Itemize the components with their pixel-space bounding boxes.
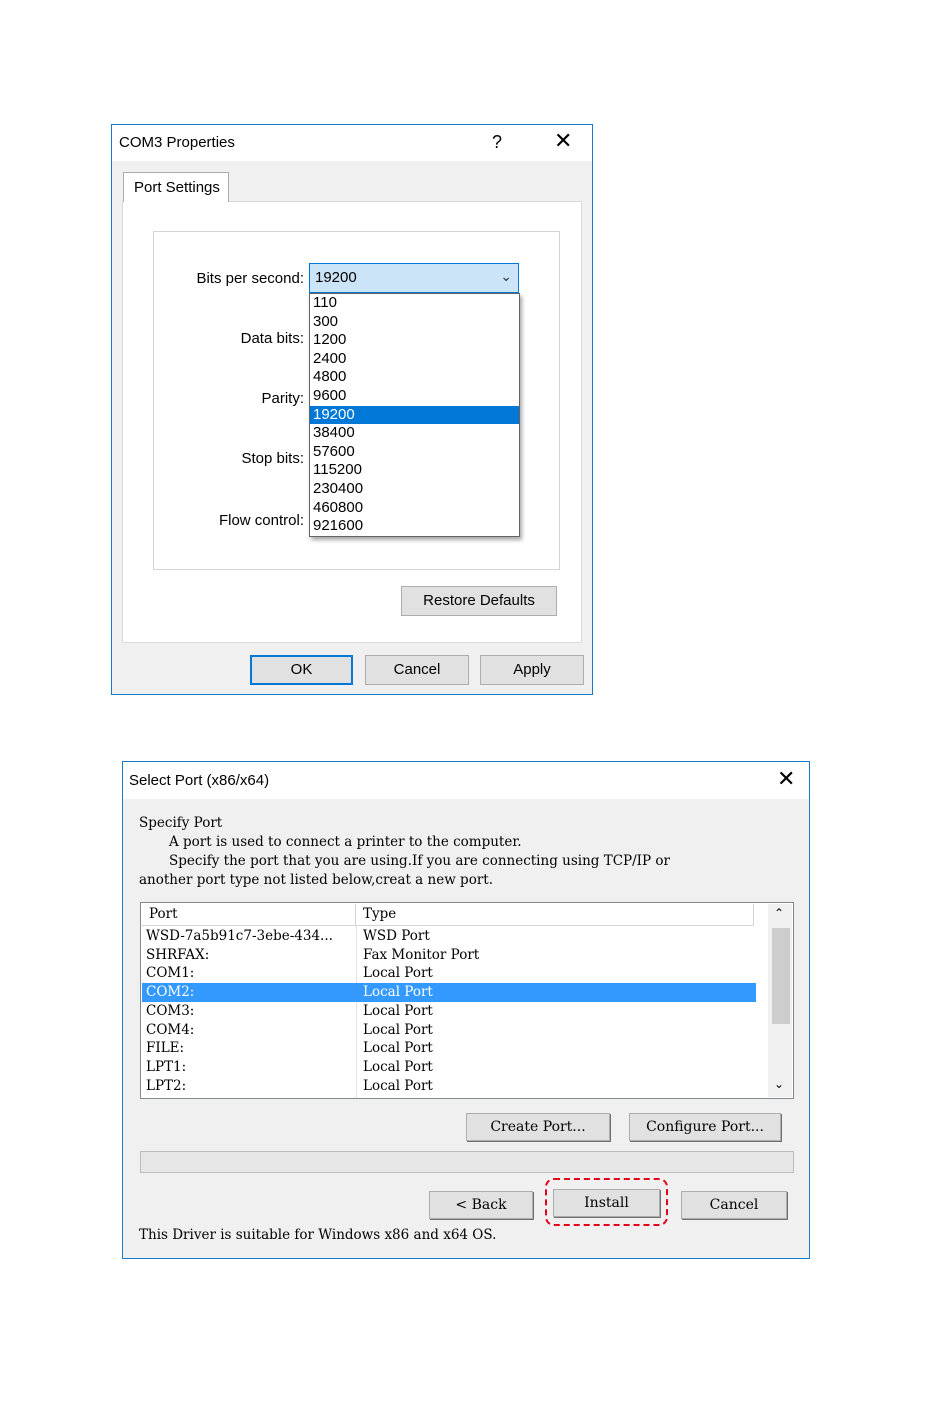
type-cell: WSD Port bbox=[363, 928, 430, 944]
tab-port-settings[interactable]: Port Settings bbox=[123, 172, 229, 202]
port-cell: WSD-7a5b91c7-3ebe-434... bbox=[146, 928, 333, 944]
parity-label: Parity: bbox=[261, 390, 304, 407]
port-cell: COM1: bbox=[146, 965, 195, 982]
settings-group: Bits per second: Data bits: Parity: Stop… bbox=[153, 231, 560, 570]
selected-baud-value: 19200 bbox=[315, 269, 357, 286]
select-port-dialog: Select Port (x86/x64) ✕ Specify Port A p… bbox=[122, 761, 810, 1259]
column-header-type[interactable]: Type bbox=[356, 904, 754, 926]
restore-defaults-button[interactable]: Restore Defaults bbox=[401, 586, 557, 616]
footer-note: This Driver is suitable for Windows x86 … bbox=[139, 1227, 497, 1243]
progress-bar bbox=[140, 1151, 794, 1173]
description-line-1: A port is used to connect a printer to t… bbox=[169, 834, 522, 850]
tab-panel: Bits per second: Data bits: Parity: Stop… bbox=[122, 201, 582, 643]
bits-per-second-select[interactable]: 19200 ⌄ bbox=[309, 263, 519, 293]
title-bar: COM3 Properties ? ✕ bbox=[112, 125, 592, 161]
baud-option[interactable]: 115200 bbox=[310, 461, 519, 480]
port-cell: COM2: bbox=[146, 984, 195, 1001]
close-icon[interactable]: ✕ bbox=[554, 130, 572, 152]
close-icon[interactable]: ✕ bbox=[777, 768, 795, 790]
baud-option[interactable]: 300 bbox=[310, 313, 519, 332]
cancel-button[interactable]: Cancel bbox=[365, 655, 469, 685]
com3-properties-dialog: COM3 Properties ? ✕ Port Settings Bits p… bbox=[111, 124, 593, 695]
port-cell: COM4: bbox=[146, 1021, 195, 1038]
column-header-port[interactable]: Port bbox=[142, 904, 356, 926]
specify-port-heading: Specify Port bbox=[139, 815, 223, 831]
data-bits-label: Data bits: bbox=[240, 330, 304, 347]
type-cell: Local Port bbox=[363, 1002, 433, 1019]
table-row[interactable]: COM3: Local Port bbox=[142, 1002, 756, 1021]
table-row[interactable]: LPT1: Local Port bbox=[142, 1058, 756, 1077]
dialog-title: Select Port (x86/x64) bbox=[129, 772, 270, 789]
ok-button[interactable]: OK bbox=[250, 655, 353, 685]
port-cell: SHRFAX: bbox=[146, 946, 210, 963]
scroll-down-icon[interactable]: ⌄ bbox=[774, 1077, 784, 1091]
table-row[interactable]: COM1: Local Port bbox=[142, 964, 756, 983]
back-button[interactable]: < Back bbox=[429, 1191, 533, 1219]
type-cell: Local Port bbox=[363, 965, 433, 982]
cancel-button[interactable]: Cancel bbox=[681, 1191, 787, 1219]
table-row[interactable]: LPT2: Local Port bbox=[142, 1077, 756, 1096]
baud-option[interactable]: 921600 bbox=[310, 517, 519, 536]
baud-option[interactable]: 57600 bbox=[310, 443, 519, 462]
scrollbar-thumb[interactable] bbox=[772, 928, 790, 1024]
type-cell: Fax Monitor Port bbox=[363, 946, 480, 963]
scroll-up-icon[interactable]: ⌃ bbox=[774, 906, 784, 920]
create-port-button[interactable]: Create Port... bbox=[466, 1113, 610, 1141]
port-list[interactable]: Port Type WSD-7a5b91c7-3ebe-434... WSD Po… bbox=[140, 902, 794, 1099]
configure-port-button[interactable]: Configure Port... bbox=[629, 1113, 781, 1141]
baud-option[interactable]: 9600 bbox=[310, 387, 519, 406]
title-bar: Select Port (x86/x64) ✕ bbox=[123, 762, 809, 799]
vertical-scrollbar[interactable]: ⌃ ⌄ bbox=[768, 904, 792, 1097]
baud-option[interactable]: 38400 bbox=[310, 424, 519, 443]
baud-option[interactable]: 2400 bbox=[310, 350, 519, 369]
stop-bits-label: Stop bits: bbox=[241, 450, 304, 467]
table-row[interactable]: COM4: Local Port bbox=[142, 1021, 756, 1040]
baud-option[interactable]: 110 bbox=[310, 294, 519, 313]
baud-rate-dropdown-list[interactable]: 110 300 1200 2400 4800 9600 19200 38400 57600 115… bbox=[309, 293, 520, 537]
dialog-title: COM3 Properties bbox=[119, 134, 235, 151]
table-row[interactable]: COM2: Local Port bbox=[142, 983, 756, 1002]
baud-option[interactable]: 19200 bbox=[310, 405, 519, 425]
type-cell: Local Port bbox=[363, 1021, 433, 1038]
baud-option[interactable]: 460800 bbox=[310, 499, 519, 518]
baud-option[interactable]: 1200 bbox=[310, 331, 519, 350]
description-line-2: Specify the port that you are using.If y… bbox=[169, 853, 670, 869]
chevron-down-icon: ⌄ bbox=[500, 268, 512, 284]
port-cell: LPT2: bbox=[146, 1077, 187, 1094]
type-cell: Local Port bbox=[363, 984, 433, 1001]
port-cell: FILE: bbox=[146, 1040, 185, 1057]
table-row[interactable]: SHRFAX: Fax Monitor Port bbox=[142, 946, 756, 965]
type-cell: Local Port bbox=[363, 1058, 433, 1075]
apply-button[interactable]: Apply bbox=[480, 655, 584, 685]
baud-option[interactable]: 4800 bbox=[310, 368, 519, 387]
port-cell: COM3: bbox=[146, 1002, 195, 1019]
description-line-3: another port type not listed below,creat… bbox=[139, 872, 493, 888]
type-cell: Local Port bbox=[363, 1077, 433, 1094]
port-cell: LPT1: bbox=[146, 1058, 187, 1075]
bits-per-second-label: Bits per second: bbox=[196, 270, 304, 287]
flow-control-label: Flow control: bbox=[218, 512, 304, 529]
baud-option[interactable]: 230400 bbox=[310, 480, 519, 499]
install-highlight-outline bbox=[545, 1178, 668, 1226]
dialog-body: Port Settings Bits per second: Data bits… bbox=[112, 161, 592, 694]
help-icon[interactable]: ? bbox=[492, 132, 502, 153]
type-cell: Local Port bbox=[363, 1040, 433, 1057]
table-row[interactable]: FILE: Local Port bbox=[142, 1039, 756, 1058]
table-row[interactable]: WSD-7a5b91c7-3ebe-434... WSD Port bbox=[142, 927, 756, 946]
